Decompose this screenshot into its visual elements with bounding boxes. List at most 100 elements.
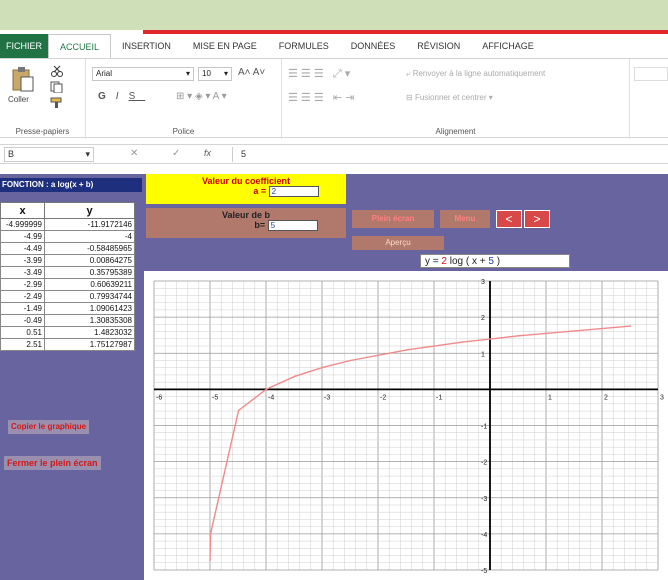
x-cell[interactable]: 0.51 [0,326,45,339]
x-cell[interactable]: -4.99 [0,230,45,243]
y-cell[interactable]: -4 [44,230,135,243]
excel-window: FICHIER ACCUEIL INSERTION MISE EN PAGE F… [0,30,668,580]
align-horizontal-icons[interactable]: ☰ ☰ ☰ ⇤ ⇥ [288,91,354,104]
b-title: Valeur de b [221,210,271,220]
y-tick-label: -4 [481,532,487,539]
cancel-icon[interactable]: ✕ [130,148,138,159]
fullscreen-button[interactable]: Plein écran [352,210,434,228]
paste-icon[interactable] [10,65,36,93]
data-point [265,388,268,390]
coef-a-input[interactable]: 2 [268,186,319,198]
dropdown-icon: ▾ [223,69,228,78]
data-point [293,375,296,378]
tab-insertion[interactable]: INSERTION [111,34,182,58]
y-cell[interactable]: -0.58485965 [44,242,135,255]
tab-mise-en-page[interactable]: MISE EN PAGE [182,34,268,58]
x-tick-label: 1 [548,394,552,401]
merge-center-button[interactable]: ⊟ Fusionner et centrer ▾ [406,93,493,102]
wrap-text-button[interactable]: ⤶ Renvoyer à la ligne automatiquement [406,69,545,79]
grow-font-icon[interactable]: A˄ A˅ [238,67,265,78]
table-row: -2.99 0.60639211 [0,278,135,291]
y-cell[interactable]: 0.35795389 [44,266,135,279]
y-cell[interactable]: 0.00864275 [44,254,135,267]
bold-button[interactable]: G [98,91,116,102]
alignment-group-label: Alignement [435,127,476,136]
coef-title: Valeur du coefficient [201,176,291,186]
x-cell[interactable]: -1.49 [0,302,45,315]
y-cell[interactable]: 0.79934744 [44,290,135,303]
y-tick-label: 2 [481,315,485,322]
eq-middle: log ( x + [449,256,486,267]
x-cell[interactable]: 2.51 [0,338,45,351]
number-format-select[interactable] [634,67,668,81]
x-cell[interactable]: -2.99 [0,278,45,291]
x-cell[interactable]: -3.49 [0,266,45,279]
ribbon-tabs: FICHIER ACCUEIL INSERTION MISE EN PAGE F… [0,34,668,58]
name-box-value: B [8,149,15,159]
title-accent-line [143,30,668,34]
close-fullscreen-button[interactable]: Fermer le plein écran [4,456,101,470]
b-panel: Valeur de b b= 5 [146,208,346,238]
font-name-select[interactable]: Arial ▾ [92,67,194,81]
chart-area: -6 -5 -4 -3 -2 -1 1 2 3 3 2 1 -1 -2 -3 -4 -5 [144,271,668,580]
formula-input[interactable]: 5 [232,147,668,162]
x-cell[interactable]: -0.49 [0,314,45,327]
x-tick-label: -6 [156,394,162,401]
next-button[interactable]: > [524,210,550,228]
prev-button[interactable]: < [496,210,522,228]
x-cell[interactable]: -4.49 [0,242,45,255]
eq-suffix: ) [496,256,501,267]
tab-accueil[interactable]: ACCUEIL [48,34,112,58]
name-box[interactable]: B ▾ [4,147,94,162]
table-row: -1.49 1.09061423 [0,302,135,315]
y-cell[interactable]: 1.4823032 [44,326,135,339]
eq-b: 5 [488,256,494,267]
tab-formules[interactable]: FORMULES [268,34,340,58]
y-header: y [44,202,135,219]
y-cell[interactable]: 1.30835308 [44,314,135,327]
copy-graph-button[interactable]: Copier le graphique [8,420,90,434]
border-fill-color-icons[interactable]: ⊞ ▾ ◈ ▾ A ▾ [176,91,227,102]
menu-button[interactable]: Menu [440,210,490,228]
b-input[interactable]: 5 [267,220,318,232]
dropdown-icon: ▾ [185,69,190,78]
y-cell[interactable]: 1.09061423 [44,302,135,315]
tab-fichier[interactable]: FICHIER [0,34,48,58]
data-point [461,341,464,343]
align-top-icons[interactable]: ☰ ☰ ☰ ⤢ ▾ [288,67,350,81]
y-cell[interactable]: 1.75127987 [44,338,135,351]
copy-icon[interactable] [50,81,64,93]
y-cell[interactable]: -11.9172146 [44,218,135,231]
eq-prefix: y = [425,256,439,267]
x-cell[interactable]: -3.99 [0,254,45,267]
table-row: 2.51 1.75127987 [0,338,135,351]
dropdown-icon: ▾ [486,93,493,102]
format-painter-icon[interactable] [50,97,64,109]
data-point [349,359,352,362]
y-tick-label: -5 [481,568,487,575]
coefficient-panel: Valeur du coefficient a = 2 [146,174,346,204]
tab-donnees[interactable]: DONNÉES [340,34,407,58]
x-cell[interactable]: -2.49 [0,290,45,303]
y-tick-label: -1 [481,424,487,431]
y-tick-label: 3 [481,279,485,286]
fx-button[interactable]: fx [204,148,211,158]
coef-a-label: a = [253,186,267,196]
paste-label[interactable]: Coller [8,95,29,104]
font-size-select[interactable]: 10 ▾ [198,67,232,81]
table-row: -2.49 0.79934744 [0,290,135,303]
enter-icon[interactable]: ✓ [172,148,180,159]
underline-button[interactable]: S [129,91,146,102]
tab-revision[interactable]: RÉVISION [406,34,471,58]
apercu-button[interactable]: Aperçu [352,236,444,250]
tab-affichage[interactable]: AFFICHAGE [471,34,545,58]
italic-button[interactable]: I [116,91,129,102]
x-cell[interactable]: -4.999999 [0,218,45,231]
data-point [405,349,408,351]
data-point [321,366,324,369]
x-tick-label: -4 [268,394,274,401]
cut-icon[interactable] [50,65,64,77]
y-tick-label: -2 [481,460,487,467]
font-group: Arial ▾ 10 ▾ A˄ A˅ GIS ⊞ ▾ ◈ ▾ A ▾ Polic… [86,59,282,139]
y-cell[interactable]: 0.60639211 [44,278,135,291]
